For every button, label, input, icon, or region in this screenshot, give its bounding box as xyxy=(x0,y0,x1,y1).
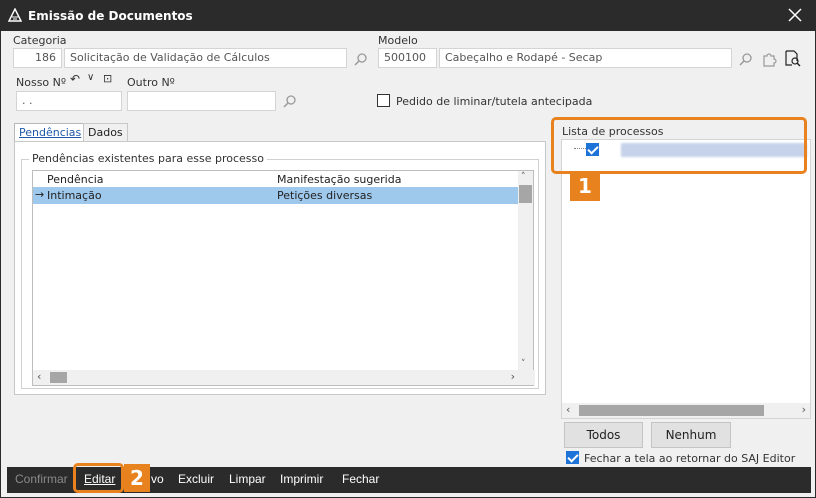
pendencias-group: Pendências existentes para esse processo… xyxy=(21,152,539,389)
fechar-button[interactable]: Fechar xyxy=(342,472,379,486)
annotation-badge-2: 2 xyxy=(124,464,150,492)
emissao-documentos-window: Emissão de Documentos Categoria 186 Soli… xyxy=(0,0,816,498)
novo-button[interactable]: vo xyxy=(151,472,164,486)
vertical-scroll-thumb[interactable] xyxy=(519,185,532,203)
outro-numero-label: Outro Nº xyxy=(127,76,175,89)
categoria-search-icon[interactable] xyxy=(354,52,368,66)
liminar-checkbox[interactable] xyxy=(377,94,390,107)
annotation-highlight-2 xyxy=(73,463,124,493)
modelo-search-icon[interactable] xyxy=(739,52,753,66)
scroll-right-icon[interactable]: › xyxy=(511,370,515,383)
window-title: Emissão de Documentos xyxy=(28,9,193,23)
close-icon[interactable] xyxy=(787,7,803,23)
lista-scroll-thumb[interactable] xyxy=(579,405,764,416)
row-pointer-icon: → xyxy=(35,188,45,201)
undo-icon[interactable]: ↶ xyxy=(70,72,80,86)
note-icon[interactable]: ⊡ xyxy=(103,72,112,85)
column-header-pendencia[interactable]: Pendência xyxy=(47,173,104,186)
app-logo-icon xyxy=(8,8,22,22)
fechar-tela-checkbox[interactable] xyxy=(566,451,579,464)
titlebar: Emissão de Documentos xyxy=(1,1,816,31)
document-search-icon[interactable] xyxy=(784,50,801,67)
scroll-up-icon[interactable]: ˄ xyxy=(521,172,526,182)
grid-vertical-scrollbar[interactable]: ˄ ˅ xyxy=(518,171,533,371)
row-pendencia: Intimação xyxy=(47,189,102,202)
grid-header: Pendência Manifestação sugerida xyxy=(33,171,519,187)
nenhum-button[interactable]: Nenhum xyxy=(651,422,731,448)
outro-numero-field[interactable] xyxy=(127,91,276,111)
scroll-down-icon[interactable]: ˅ xyxy=(521,359,526,369)
lista-horizontal-scrollbar[interactable]: ‹ › xyxy=(562,403,810,418)
puzzle-icon[interactable] xyxy=(761,51,777,67)
excluir-button[interactable]: Excluir xyxy=(178,472,214,486)
tab-pendencias[interactable]: Pendências xyxy=(14,123,87,141)
chevron-down-icon[interactable]: ∨ xyxy=(87,72,94,83)
table-row[interactable]: → Intimação Petições diversas xyxy=(33,187,519,204)
nosso-numero-label: Nosso Nº xyxy=(16,76,67,89)
confirmar-button[interactable]: Confirmar xyxy=(15,472,68,486)
row-manifestacao: Petições diversas xyxy=(277,189,373,202)
scroll-left-icon[interactable]: ‹ xyxy=(37,370,41,383)
horizontal-scroll-thumb[interactable] xyxy=(50,372,67,383)
outro-search-icon[interactable] xyxy=(283,94,297,108)
tab-dados[interactable]: Dados xyxy=(83,123,128,141)
annotation-badge-1: 1 xyxy=(570,171,600,201)
modelo-label: Modelo xyxy=(378,34,418,47)
lista-scroll-left-icon[interactable]: ‹ xyxy=(566,403,570,416)
categoria-desc-field[interactable]: Solicitação de Validação de Cálculos xyxy=(64,48,347,68)
grid-horizontal-scrollbar[interactable]: ‹ › xyxy=(33,370,535,385)
todos-button[interactable]: Todos xyxy=(564,422,643,448)
modelo-code-field[interactable]: 500100 xyxy=(378,48,437,68)
fechar-tela-label: Fechar a tela ao retornar do SAJ Editor xyxy=(584,452,796,465)
lista-scroll-right-icon[interactable]: › xyxy=(802,403,806,416)
pendencias-group-title: Pendências existentes para esse processo xyxy=(29,152,267,165)
column-header-manifestacao[interactable]: Manifestação sugerida xyxy=(277,173,401,186)
pendencias-grid: Pendência Manifestação sugerida → Intima… xyxy=(32,170,535,386)
annotation-highlight-1 xyxy=(551,117,807,174)
nosso-numero-field[interactable]: . . xyxy=(16,91,122,111)
imprimir-button[interactable]: Imprimir xyxy=(280,472,323,486)
pendencias-panel: Pendências existentes para esse processo… xyxy=(14,141,546,395)
modelo-desc-field[interactable]: Cabeçalho e Rodapé - Secap xyxy=(439,48,732,68)
categoria-code-field[interactable]: 186 xyxy=(13,48,62,68)
limpar-button[interactable]: Limpar xyxy=(229,472,266,486)
categoria-label: Categoria xyxy=(13,34,67,47)
liminar-label: Pedido de liminar/tutela antecipada xyxy=(396,95,593,108)
